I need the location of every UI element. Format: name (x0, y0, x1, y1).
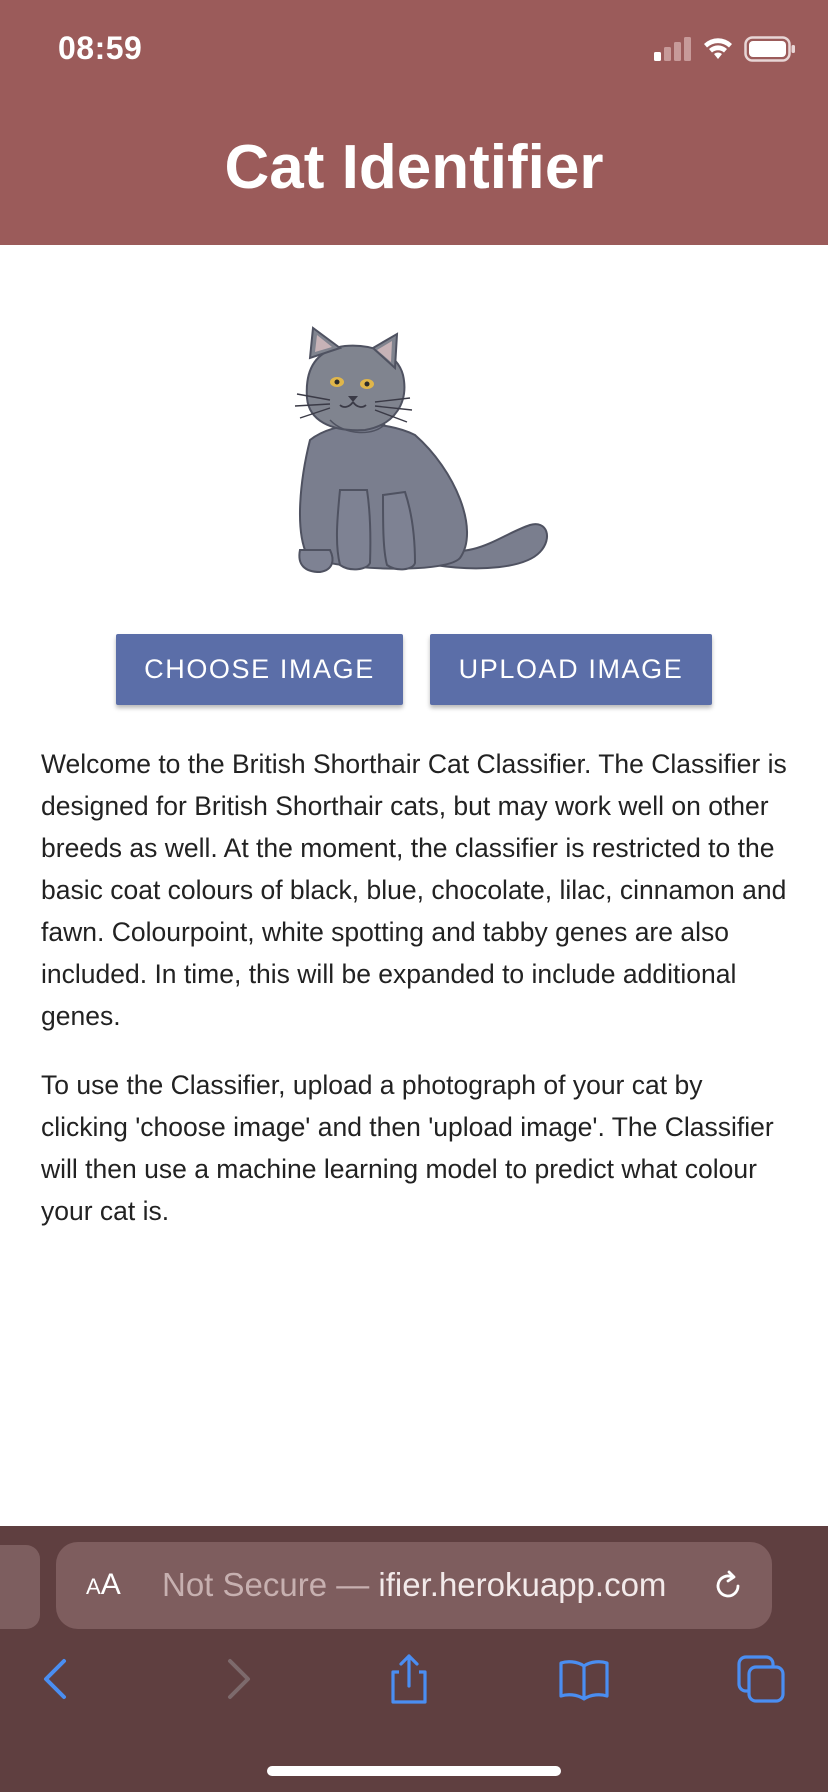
text-size-button[interactable]: AA (86, 1568, 121, 1602)
text-size-small-label: A (86, 1574, 101, 1599)
page-title: Cat Identifier (224, 133, 604, 202)
url-display[interactable]: Not Secure — ifier.herokuapp.com (162, 1566, 666, 1604)
upload-image-button[interactable]: UPLOAD IMAGE (430, 634, 712, 705)
home-indicator (267, 1766, 561, 1776)
intro-paragraph: Welcome to the British Shorthair Cat Cla… (41, 749, 787, 1031)
cat-illustration (285, 320, 555, 580)
status-time: 08:59 (58, 30, 143, 66)
signal-icon (654, 37, 691, 61)
forward-icon[interactable] (210, 1652, 264, 1706)
share-icon[interactable] (382, 1652, 436, 1706)
wifi-icon (704, 38, 732, 59)
back-icon[interactable] (30, 1652, 84, 1706)
battery-icon (744, 36, 795, 62)
choose-image-button[interactable]: CHOOSE IMAGE (116, 634, 403, 705)
previous-tab-preview[interactable] (0, 1545, 40, 1629)
instructions-paragraph: To use the Classifier, upload a photogra… (41, 1070, 774, 1226)
url-domain: ifier.herokuapp.com (378, 1566, 667, 1603)
reload-icon[interactable] (710, 1568, 746, 1604)
cat-icon (294, 326, 549, 574)
bookmarks-icon[interactable] (557, 1652, 611, 1706)
tabs-icon[interactable] (734, 1652, 788, 1706)
url-security-label: Not Secure — (162, 1566, 379, 1603)
text-size-large-label: A (100, 1568, 121, 1601)
status-icons (654, 34, 796, 64)
